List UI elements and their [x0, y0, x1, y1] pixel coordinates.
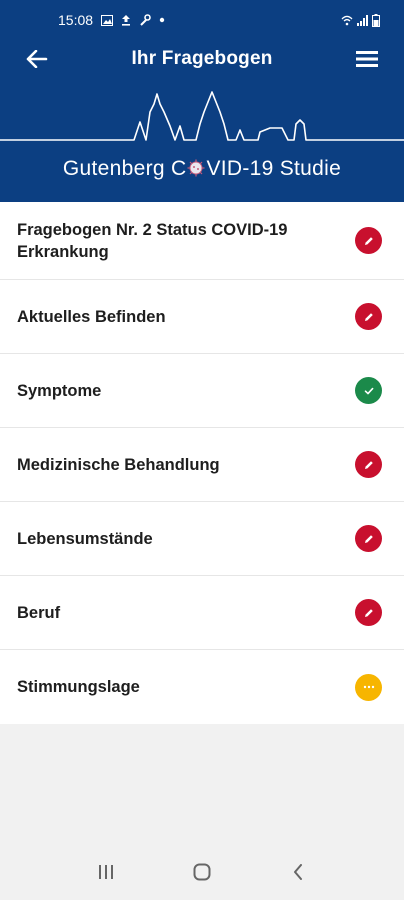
image-icon — [101, 14, 114, 26]
study-title: Gutenberg C VID-19 Studie — [0, 157, 404, 181]
pencil-icon[interactable] — [355, 227, 382, 254]
study-title-part1: Gutenberg C — [62, 157, 187, 180]
signal-icon — [357, 14, 368, 26]
menu-button[interactable] — [350, 46, 384, 76]
list-item-symptome[interactable]: Symptome — [0, 354, 404, 428]
pencil-icon[interactable] — [355, 451, 382, 478]
pencil-icon[interactable] — [355, 303, 382, 330]
study-title-part2: VID-19 Studie — [206, 157, 342, 180]
page-title: Ihr Fragebogen — [131, 48, 273, 69]
upload-icon — [121, 14, 131, 26]
pencil-icon[interactable] — [355, 525, 382, 552]
list-item-label: Lebensumstände — [17, 529, 153, 548]
back-nav-icon — [293, 863, 303, 885]
mainz-skyline-illustration — [0, 91, 404, 141]
list-item-label: Symptome — [17, 381, 102, 400]
status-left: 15:08 — [58, 12, 165, 28]
coronavirus-icon — [187, 159, 205, 177]
ellipsis-icon[interactable] — [355, 673, 382, 701]
list-item-beruf[interactable]: Beruf — [0, 576, 404, 650]
list-item-label: Fragebogen Nr. 2 Status COVID-19 Erkrank… — [17, 220, 288, 261]
list-item-lebensumstaende[interactable]: Lebensumstände — [0, 502, 404, 576]
list-item-medizinische-behandlung[interactable]: Medizinische Behandlung — [0, 428, 404, 502]
app-header: Ihr Fragebogen Gutenberg C VID-19 Studie — [0, 40, 404, 202]
list-item-fragebogen-status[interactable]: Fragebogen Nr. 2 Status COVID-19 Erkrank… — [0, 202, 404, 280]
dot-icon — [159, 17, 165, 23]
list-item-aktuelles-befinden[interactable]: Aktuelles Befinden — [0, 280, 404, 354]
list-item-stimmungslage[interactable]: Stimmungslage — [0, 650, 404, 724]
hamburger-menu-icon — [356, 50, 378, 72]
status-time: 15:08 — [58, 12, 94, 28]
list-item-label: Aktuelles Befinden — [17, 307, 166, 326]
system-nav-bar — [0, 848, 404, 900]
pencil-icon[interactable] — [355, 599, 382, 626]
status-bar: 15:08 — [0, 0, 404, 40]
questionnaire-list: Fragebogen Nr. 2 Status COVID-19 Erkrank… — [0, 202, 404, 724]
recents-button[interactable] — [86, 854, 126, 894]
battery-icon — [372, 13, 380, 27]
wrench-icon — [139, 14, 151, 26]
home-icon — [193, 863, 211, 886]
list-item-label: Stimmungslage — [17, 678, 140, 696]
status-right — [341, 13, 380, 27]
checkmark-icon[interactable] — [355, 377, 382, 404]
back-nav-button[interactable] — [278, 854, 318, 894]
list-item-label: Medizinische Behandlung — [17, 455, 220, 474]
recents-icon — [98, 864, 114, 884]
home-button[interactable] — [182, 854, 222, 894]
list-item-label: Beruf — [17, 603, 61, 622]
wifi-icon — [341, 15, 353, 26]
